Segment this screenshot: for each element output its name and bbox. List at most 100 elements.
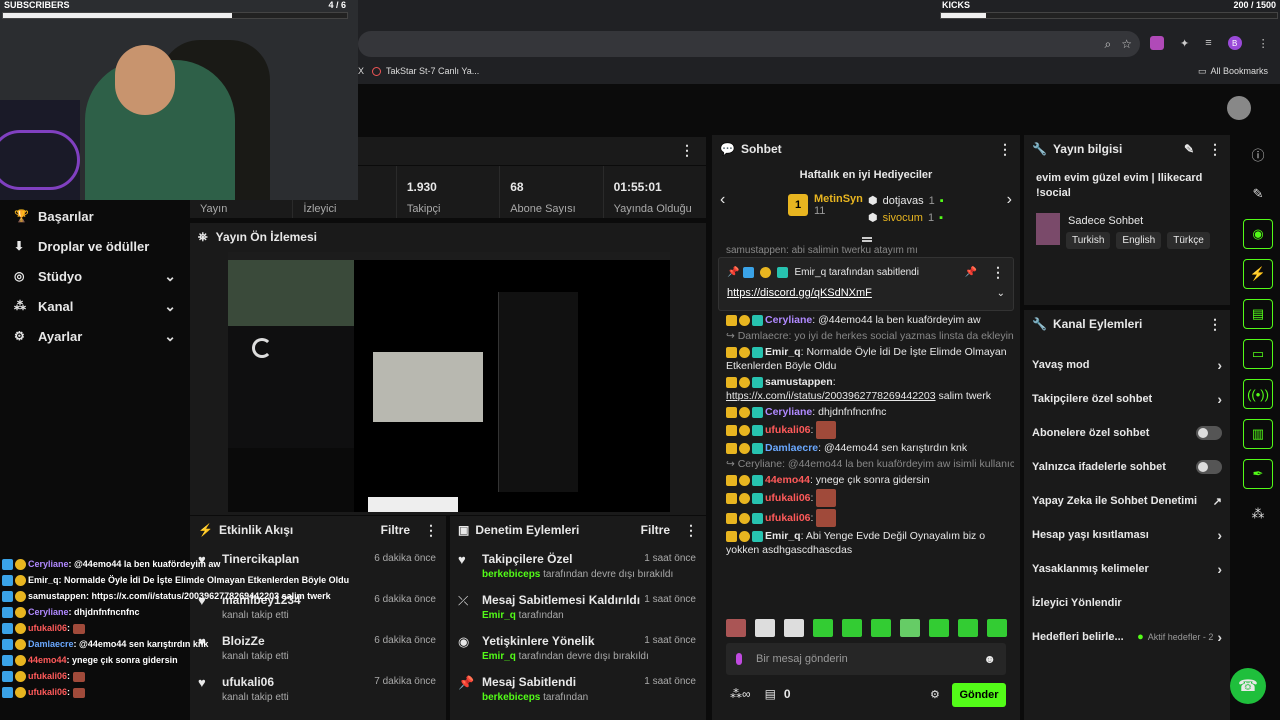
emote-icon[interactable]	[958, 619, 978, 637]
moderation-item[interactable]: ◉ Yetişkinlere Yönelik Emir_q tarafından d…	[450, 626, 706, 667]
stream-tag[interactable]: English	[1116, 232, 1162, 249]
chat-message[interactable]: Emir_q: Abi Yenge Evde Değil Oynayalım b…	[726, 528, 1014, 558]
chat-username[interactable]: samustappen	[765, 376, 833, 388]
unpin-icon[interactable]: 📌	[965, 267, 977, 278]
moderation-item[interactable]: ⤫ Mesaj Sabitlemesi Kaldırıldı Emir_q tara…	[450, 585, 706, 626]
extension-icon[interactable]	[1150, 36, 1164, 50]
chevron-right-icon[interactable]: ›	[1217, 391, 1222, 407]
tool-icon[interactable]: ✒	[1243, 459, 1273, 489]
moderation-item[interactable]: 📌 Mesaj Sabitlendi berkebiceps tarafından 1…	[450, 667, 706, 708]
puzzle-icon[interactable]: ✦	[1180, 37, 1189, 50]
chevron-down-icon[interactable]: ⌄	[164, 298, 176, 315]
chat-message[interactable]: ufukali06:	[726, 420, 1014, 440]
support-icon[interactable]: ☎	[1230, 668, 1266, 704]
emote-icon[interactable]	[813, 619, 833, 637]
chevron-right-icon[interactable]: ›	[1217, 561, 1222, 577]
collapse-handle-icon[interactable]	[862, 237, 872, 242]
expand-icon[interactable]: ⌄	[997, 288, 1005, 299]
emote-icon[interactable]	[871, 619, 891, 637]
chat-username[interactable]: Emir_q	[765, 346, 801, 358]
all-bookmarks[interactable]: ▭ All Bookmarks	[1198, 66, 1268, 77]
bookmark-item[interactable]: TakStar St-7 Canlı Ya...	[386, 66, 479, 76]
chat-settings-icon[interactable]: ⚙	[930, 688, 940, 701]
stream-tag[interactable]: Türkçe	[1167, 232, 1210, 249]
chat-message[interactable]: 44emo44: ynege çık sonra gidersin	[726, 472, 1014, 488]
bookmark-partial[interactable]: X	[358, 66, 364, 76]
toggle-switch[interactable]	[1196, 460, 1222, 474]
chat-link[interactable]: https://x.com/i/status/20039627782694422…	[726, 390, 936, 402]
chat-username[interactable]: Damlaecre	[765, 442, 818, 454]
chat-username[interactable]: ufukali06	[765, 512, 811, 524]
chat-message[interactable]: samustappen: https://x.com/i/status/20039…	[726, 374, 1014, 404]
chevron-down-icon[interactable]: ⌄	[164, 328, 176, 345]
emote-icon[interactable]	[987, 619, 1007, 637]
info-icon[interactable]: ⓘ	[1243, 139, 1273, 169]
dashboard-menu-icon[interactable]: ⋮	[680, 142, 694, 159]
chat-username[interactable]: ufukali06	[765, 424, 811, 436]
nav-item[interactable]: ⚙ Ayarlar ⌄	[0, 321, 190, 351]
moderation-menu-icon[interactable]: ⋮	[684, 522, 698, 539]
edit-icon[interactable]: ✎	[1184, 142, 1194, 156]
chat-message[interactable]: Ceryliane: @44emo44 la ben kuafördeyim a…	[726, 312, 1014, 328]
emote-icon[interactable]	[900, 619, 920, 637]
gift-icon[interactable]: ▤	[765, 687, 776, 701]
chat-username[interactable]: Ceryliane	[765, 314, 812, 326]
activity-filter-button[interactable]: Filtre	[381, 523, 410, 537]
message-icon[interactable]: ▭	[1243, 339, 1273, 369]
nav-item[interactable]: ◎ Stüdyo ⌄	[0, 261, 190, 291]
zoom-icon[interactable]: ⌕	[1105, 37, 1112, 52]
pinned-menu-icon[interactable]: ⋮	[991, 264, 1005, 281]
pinned-link[interactable]: https://discord.gg/qKSdNXmF	[727, 287, 1013, 299]
moderation-user[interactable]: Emir_q	[482, 651, 516, 662]
nav-item[interactable]: ⬇ Droplar ve ödüller	[0, 231, 190, 261]
channel-action[interactable]: Takipçilere özel sohbet ›	[1024, 382, 1230, 416]
moderation-user[interactable]: berkebiceps	[482, 692, 540, 703]
chat-message[interactable]: Emir_q: Normalde Öyle İdi De İşte Elimde…	[726, 344, 1014, 374]
moderation-user[interactable]: Emir_q	[482, 610, 516, 621]
notes-icon[interactable]: ▤	[1243, 299, 1273, 329]
stream-tag[interactable]: Turkish	[1066, 232, 1111, 249]
stream-preview-video[interactable]	[228, 252, 670, 512]
storage-icon[interactable]: ▥	[1243, 419, 1273, 449]
stream-category[interactable]: Sadece Sohbet	[1068, 215, 1143, 227]
stream-info-menu-icon[interactable]: ⋮	[1208, 141, 1222, 158]
menu-icon[interactable]: ⋮	[1258, 37, 1269, 50]
chevron-right-icon[interactable]: ›	[1217, 527, 1222, 543]
chevron-down-icon[interactable]: ⌄	[164, 268, 176, 285]
chat-message[interactable]: ufukali06:	[726, 508, 1014, 528]
star-icon[interactable]: ☆	[1121, 37, 1132, 51]
external-link-icon[interactable]: ↗	[1213, 495, 1222, 508]
moderation-filter-button[interactable]: Filtre	[641, 523, 670, 537]
chat-username[interactable]: Ceryliane	[765, 406, 812, 418]
emote-icon[interactable]	[842, 619, 862, 637]
moderation-user[interactable]: berkebiceps	[482, 569, 540, 580]
channel-actions-menu-icon[interactable]: ⋮	[1208, 316, 1222, 333]
nav-item[interactable]: ⁂ Kanal ⌄	[0, 291, 190, 321]
channel-action[interactable]: Yalnızca ifadelerle sohbet	[1024, 450, 1230, 484]
channel-action[interactable]: Abonelere özel sohbet	[1024, 416, 1230, 450]
address-bar[interactable]: ⌕ ☆	[358, 31, 1140, 57]
toggle-switch[interactable]	[1196, 426, 1222, 440]
send-button[interactable]: Gönder	[952, 683, 1006, 707]
emote-icon[interactable]	[784, 619, 804, 637]
user-avatar[interactable]	[1227, 96, 1251, 120]
moderation-item[interactable]: ♥ Takipçilere Özel berkebiceps tarafından …	[450, 544, 706, 585]
chevron-right-icon[interactable]: ›	[1217, 629, 1222, 645]
gifters-prev-icon[interactable]: ‹	[720, 191, 725, 209]
chat-message[interactable]: Ceryliane: dhjdnfnfncnfnc	[726, 404, 1014, 420]
pinned-message[interactable]: 📌 Emir_q tarafından sabitlendi 📌 ⋮ https…	[718, 257, 1014, 311]
emoji-icon[interactable]: ☻	[983, 652, 996, 666]
mic-icon[interactable]	[736, 653, 742, 665]
chat-message[interactable]: Damlaecre: @44emo44 sen karıştırdın knk	[726, 440, 1014, 456]
apps-icon[interactable]: ⁂	[1243, 499, 1273, 529]
channel-action[interactable]: İzleyici Yönlendir	[1024, 586, 1230, 620]
channel-action[interactable]: Yavaş mod ›	[1024, 348, 1230, 382]
chat-menu-icon[interactable]: ⋮	[998, 141, 1012, 158]
pencil-icon[interactable]: ✎	[1243, 179, 1273, 209]
chat-message[interactable]: ufukali06:	[726, 488, 1014, 508]
channel-action[interactable]: Yasaklanmış kelimeler ›	[1024, 552, 1230, 586]
moderator-icon[interactable]: ◉	[1243, 219, 1273, 249]
channel-action[interactable]: Hesap yaşı kısıtlaması ›	[1024, 518, 1230, 552]
chevron-right-icon[interactable]: ›	[1217, 357, 1222, 373]
channel-action[interactable]: Yapay Zeka ile Sohbet Denetimi ↗	[1024, 484, 1230, 518]
